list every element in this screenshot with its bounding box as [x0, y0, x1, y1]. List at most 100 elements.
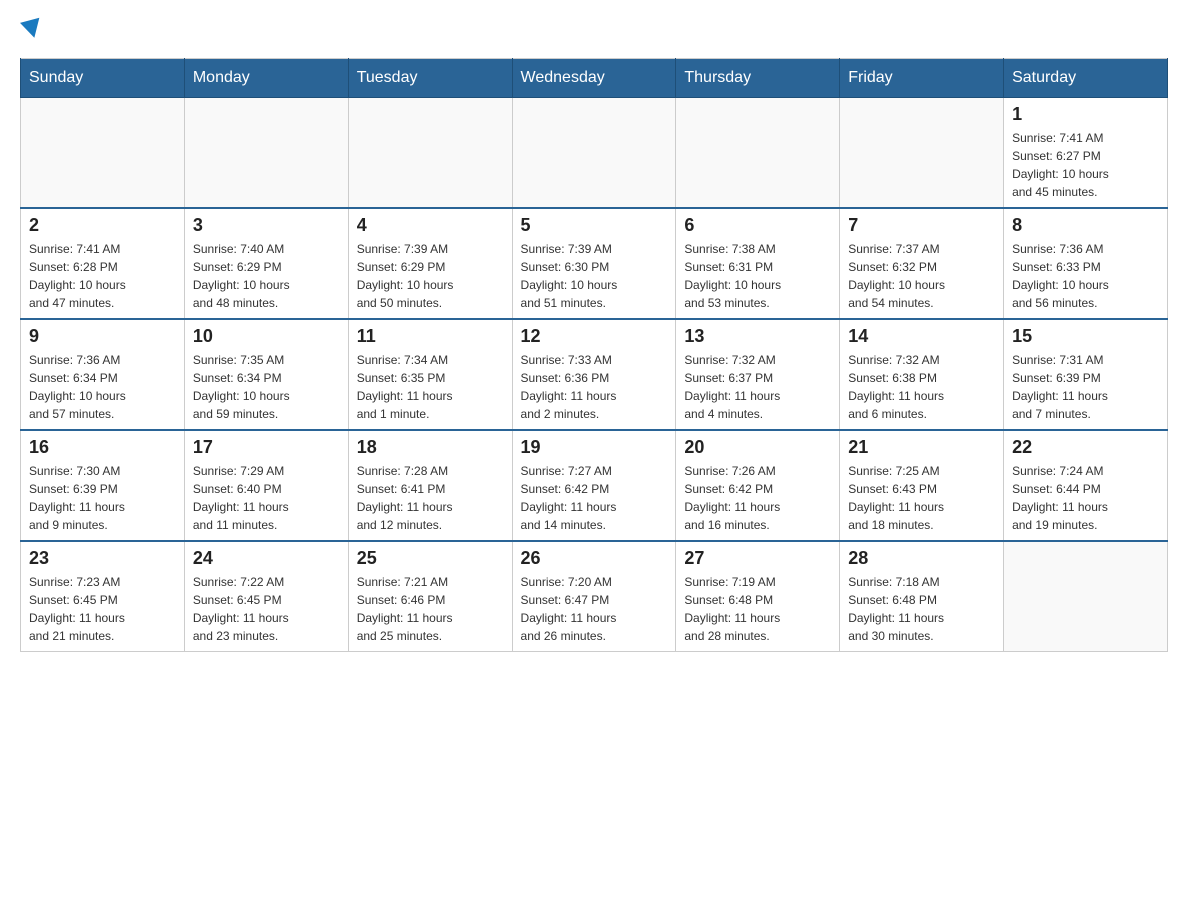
- calendar-cell: 27 Sunrise: 7:19 AM Sunset: 6:48 PM Dayli…: [676, 541, 840, 652]
- day-number: 17: [193, 437, 340, 458]
- day-number: 7: [848, 215, 995, 236]
- day-number: 22: [1012, 437, 1159, 458]
- day-info: Sunrise: 7:19 AM Sunset: 6:48 PM Dayligh…: [684, 573, 831, 645]
- day-number: 2: [29, 215, 176, 236]
- calendar-cell: 8 Sunrise: 7:36 AM Sunset: 6:33 PM Daylig…: [1004, 208, 1168, 319]
- calendar-cell: 13 Sunrise: 7:32 AM Sunset: 6:37 PM Dayli…: [676, 319, 840, 430]
- day-info: Sunrise: 7:33 AM Sunset: 6:36 PM Dayligh…: [521, 351, 668, 423]
- calendar-cell: [21, 98, 185, 209]
- day-info: Sunrise: 7:27 AM Sunset: 6:42 PM Dayligh…: [521, 462, 668, 534]
- day-info: Sunrise: 7:35 AM Sunset: 6:34 PM Dayligh…: [193, 351, 340, 423]
- calendar-cell: 25Sunrise: 7:21 AM Sunset: 6:46 PM Dayli…: [348, 541, 512, 652]
- calendar-cell: 22 Sunrise: 7:24 AM Sunset: 6:44 PM Dayli…: [1004, 430, 1168, 541]
- calendar-cell: 16 Sunrise: 7:30 AM Sunset: 6:39 PM Dayli…: [21, 430, 185, 541]
- day-number: 25: [357, 548, 504, 569]
- calendar-table: SundayMondayTuesdayWednesdayThursdayFrid…: [20, 58, 1168, 652]
- calendar-cell: 5 Sunrise: 7:39 AM Sunset: 6:30 PM Daylig…: [512, 208, 676, 319]
- calendar-cell: [840, 98, 1004, 209]
- calendar-cell: 1 Sunrise: 7:41 AM Sunset: 6:27 PM Daylig…: [1004, 98, 1168, 209]
- calendar-cell: [1004, 541, 1168, 652]
- day-info: Sunrise: 7:40 AM Sunset: 6:29 PM Dayligh…: [193, 240, 340, 312]
- calendar-week-4: 16 Sunrise: 7:30 AM Sunset: 6:39 PM Dayli…: [21, 430, 1168, 541]
- calendar-cell: 18Sunrise: 7:28 AM Sunset: 6:41 PM Dayli…: [348, 430, 512, 541]
- calendar-header-thursday: Thursday: [676, 59, 840, 98]
- calendar-cell: [512, 98, 676, 209]
- day-info: Sunrise: 7:39 AM Sunset: 6:29 PM Dayligh…: [357, 240, 504, 312]
- calendar-cell: 9Sunrise: 7:36 AM Sunset: 6:34 PM Daylig…: [21, 319, 185, 430]
- day-number: 19: [521, 437, 668, 458]
- day-info: Sunrise: 7:26 AM Sunset: 6:42 PM Dayligh…: [684, 462, 831, 534]
- calendar-week-1: 1 Sunrise: 7:41 AM Sunset: 6:27 PM Daylig…: [21, 98, 1168, 209]
- calendar-cell: 26 Sunrise: 7:20 AM Sunset: 6:47 PM Dayli…: [512, 541, 676, 652]
- day-info: Sunrise: 7:22 AM Sunset: 6:45 PM Dayligh…: [193, 573, 340, 645]
- calendar-cell: [348, 98, 512, 209]
- day-number: 6: [684, 215, 831, 236]
- logo-triangle-icon: [20, 18, 44, 41]
- day-info: Sunrise: 7:29 AM Sunset: 6:40 PM Dayligh…: [193, 462, 340, 534]
- day-number: 14: [848, 326, 995, 347]
- day-info: Sunrise: 7:23 AM Sunset: 6:45 PM Dayligh…: [29, 573, 176, 645]
- calendar-cell: 11Sunrise: 7:34 AM Sunset: 6:35 PM Dayli…: [348, 319, 512, 430]
- calendar-cell: 6 Sunrise: 7:38 AM Sunset: 6:31 PM Daylig…: [676, 208, 840, 319]
- day-info: Sunrise: 7:41 AM Sunset: 6:27 PM Dayligh…: [1012, 129, 1159, 201]
- day-number: 21: [848, 437, 995, 458]
- page-header: [20, 20, 1168, 38]
- day-number: 5: [521, 215, 668, 236]
- day-info: Sunrise: 7:37 AM Sunset: 6:32 PM Dayligh…: [848, 240, 995, 312]
- calendar-header-monday: Monday: [184, 59, 348, 98]
- day-number: 27: [684, 548, 831, 569]
- day-info: Sunrise: 7:32 AM Sunset: 6:38 PM Dayligh…: [848, 351, 995, 423]
- day-info: Sunrise: 7:18 AM Sunset: 6:48 PM Dayligh…: [848, 573, 995, 645]
- calendar-cell: 10 Sunrise: 7:35 AM Sunset: 6:34 PM Dayli…: [184, 319, 348, 430]
- day-number: 13: [684, 326, 831, 347]
- calendar-cell: 2 Sunrise: 7:41 AM Sunset: 6:28 PM Daylig…: [21, 208, 185, 319]
- day-number: 15: [1012, 326, 1159, 347]
- calendar-cell: 14 Sunrise: 7:32 AM Sunset: 6:38 PM Dayli…: [840, 319, 1004, 430]
- calendar-cell: [184, 98, 348, 209]
- logo: [20, 20, 42, 38]
- calendar-cell: 23 Sunrise: 7:23 AM Sunset: 6:45 PM Dayli…: [21, 541, 185, 652]
- day-number: 20: [684, 437, 831, 458]
- calendar-cell: 19 Sunrise: 7:27 AM Sunset: 6:42 PM Dayli…: [512, 430, 676, 541]
- calendar-cell: 7 Sunrise: 7:37 AM Sunset: 6:32 PM Daylig…: [840, 208, 1004, 319]
- day-number: 10: [193, 326, 340, 347]
- day-info: Sunrise: 7:20 AM Sunset: 6:47 PM Dayligh…: [521, 573, 668, 645]
- calendar-cell: 24 Sunrise: 7:22 AM Sunset: 6:45 PM Dayli…: [184, 541, 348, 652]
- calendar-week-3: 9Sunrise: 7:36 AM Sunset: 6:34 PM Daylig…: [21, 319, 1168, 430]
- day-number: 16: [29, 437, 176, 458]
- day-number: 9: [29, 326, 176, 347]
- day-number: 23: [29, 548, 176, 569]
- calendar-header-tuesday: Tuesday: [348, 59, 512, 98]
- day-info: Sunrise: 7:34 AM Sunset: 6:35 PM Dayligh…: [357, 351, 504, 423]
- day-info: Sunrise: 7:28 AM Sunset: 6:41 PM Dayligh…: [357, 462, 504, 534]
- day-info: Sunrise: 7:31 AM Sunset: 6:39 PM Dayligh…: [1012, 351, 1159, 423]
- day-number: 12: [521, 326, 668, 347]
- day-info: Sunrise: 7:41 AM Sunset: 6:28 PM Dayligh…: [29, 240, 176, 312]
- calendar-header-sunday: Sunday: [21, 59, 185, 98]
- calendar-cell: 12 Sunrise: 7:33 AM Sunset: 6:36 PM Dayli…: [512, 319, 676, 430]
- day-info: Sunrise: 7:30 AM Sunset: 6:39 PM Dayligh…: [29, 462, 176, 534]
- day-info: Sunrise: 7:24 AM Sunset: 6:44 PM Dayligh…: [1012, 462, 1159, 534]
- day-info: Sunrise: 7:38 AM Sunset: 6:31 PM Dayligh…: [684, 240, 831, 312]
- day-info: Sunrise: 7:36 AM Sunset: 6:33 PM Dayligh…: [1012, 240, 1159, 312]
- day-number: 3: [193, 215, 340, 236]
- day-number: 4: [357, 215, 504, 236]
- calendar-cell: 21Sunrise: 7:25 AM Sunset: 6:43 PM Dayli…: [840, 430, 1004, 541]
- day-info: Sunrise: 7:32 AM Sunset: 6:37 PM Dayligh…: [684, 351, 831, 423]
- calendar-header-friday: Friday: [840, 59, 1004, 98]
- calendar-week-2: 2 Sunrise: 7:41 AM Sunset: 6:28 PM Daylig…: [21, 208, 1168, 319]
- calendar-cell: 15 Sunrise: 7:31 AM Sunset: 6:39 PM Dayli…: [1004, 319, 1168, 430]
- calendar-cell: 20 Sunrise: 7:26 AM Sunset: 6:42 PM Dayli…: [676, 430, 840, 541]
- calendar-cell: 3 Sunrise: 7:40 AM Sunset: 6:29 PM Daylig…: [184, 208, 348, 319]
- day-number: 8: [1012, 215, 1159, 236]
- calendar-cell: 17 Sunrise: 7:29 AM Sunset: 6:40 PM Dayli…: [184, 430, 348, 541]
- day-number: 1: [1012, 104, 1159, 125]
- calendar-header-row: SundayMondayTuesdayWednesdayThursdayFrid…: [21, 59, 1168, 98]
- calendar-header-wednesday: Wednesday: [512, 59, 676, 98]
- day-number: 24: [193, 548, 340, 569]
- calendar-header-saturday: Saturday: [1004, 59, 1168, 98]
- day-number: 26: [521, 548, 668, 569]
- day-info: Sunrise: 7:39 AM Sunset: 6:30 PM Dayligh…: [521, 240, 668, 312]
- calendar-cell: 4 Sunrise: 7:39 AM Sunset: 6:29 PM Daylig…: [348, 208, 512, 319]
- day-number: 28: [848, 548, 995, 569]
